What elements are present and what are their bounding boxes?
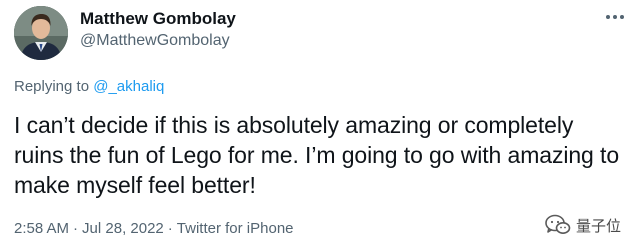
tweet-date[interactable]: Jul 28, 2022 bbox=[82, 220, 164, 237]
meta-separator: · bbox=[167, 220, 173, 237]
meta-separator: · bbox=[73, 220, 79, 237]
avatar[interactable] bbox=[14, 6, 68, 60]
watermark-label: 量子位 bbox=[576, 217, 622, 235]
tweet-time[interactable]: 2:58 AM bbox=[14, 220, 69, 237]
more-options-icon[interactable] bbox=[598, 6, 632, 28]
tweet-card: Matthew Gombolay @MatthewGombolay Replyi… bbox=[0, 0, 640, 250]
tweet-source: Twitter for iPhone bbox=[176, 220, 294, 237]
replying-to: Replying to @_akhaliq bbox=[14, 78, 164, 95]
tweet-meta: 2:58 AM · Jul 28, 2022 · Twitter for iPhone bbox=[14, 220, 294, 237]
avatar-image bbox=[14, 6, 68, 60]
replying-to-label: Replying to bbox=[14, 78, 94, 95]
reply-mention-link[interactable]: @_akhaliq bbox=[93, 78, 164, 95]
author-name[interactable]: Matthew Gombolay bbox=[80, 9, 236, 29]
author-handle[interactable]: @MatthewGombolay bbox=[80, 32, 230, 50]
watermark: 量子位 bbox=[545, 212, 621, 238]
wechat-icon bbox=[545, 214, 571, 234]
tweet-text: I can’t decide if this is absolutely ama… bbox=[14, 112, 620, 198]
